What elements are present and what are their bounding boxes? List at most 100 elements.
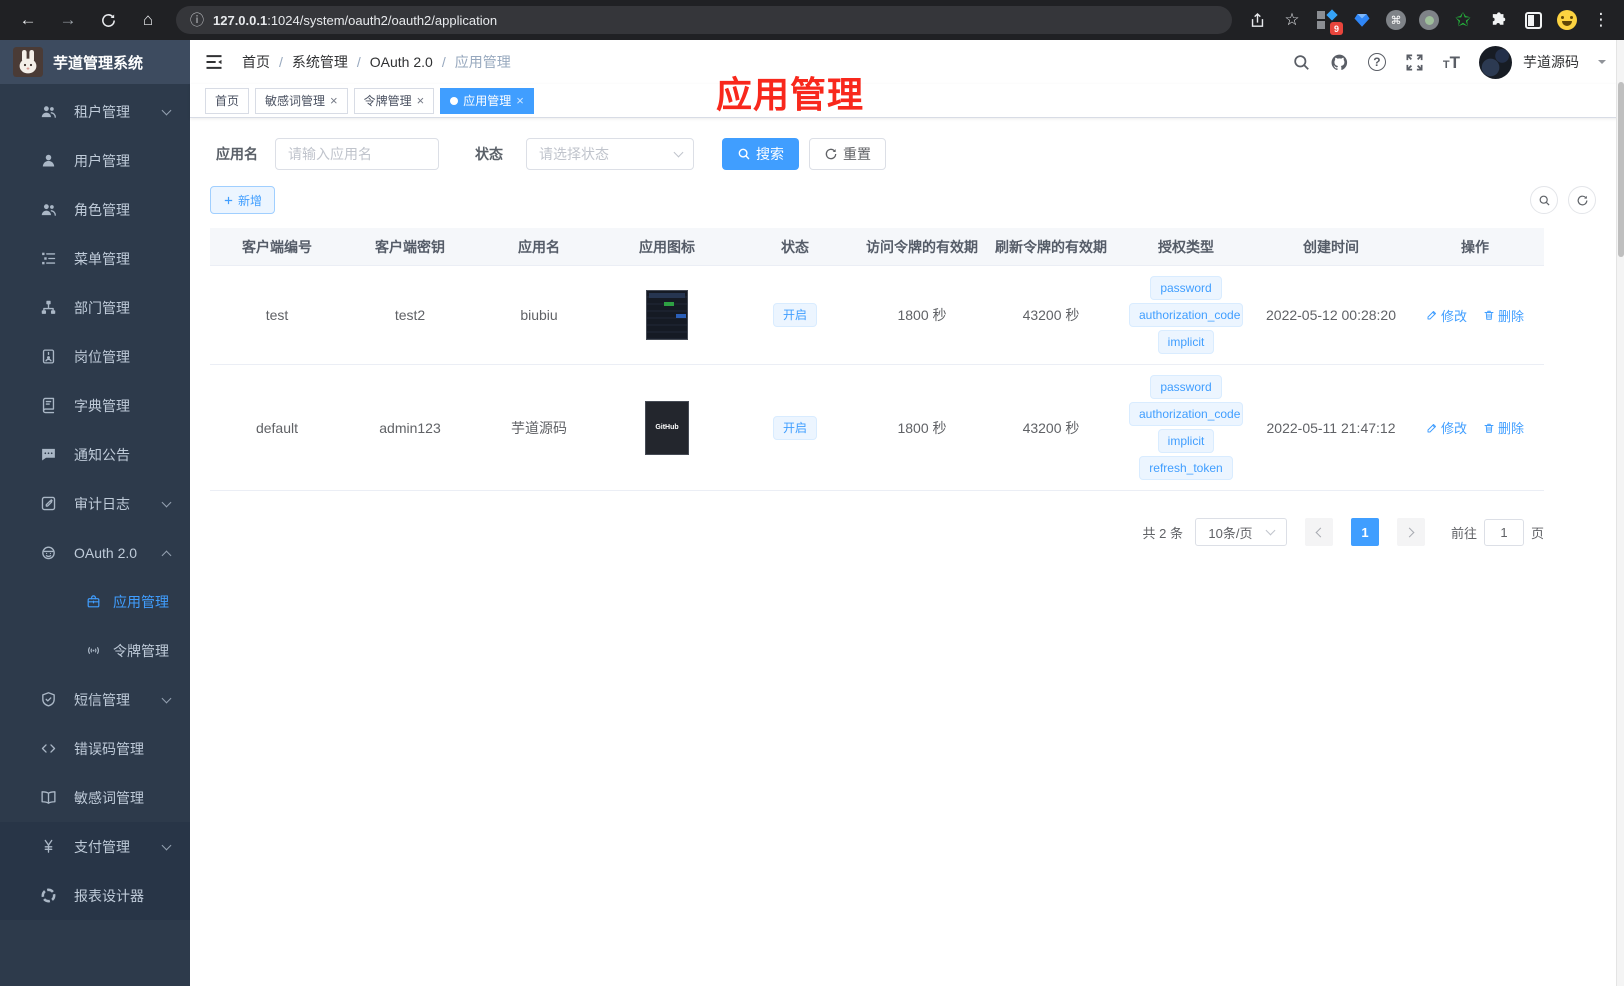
home-icon[interactable]: ⌂ (136, 8, 160, 32)
table-tools (1530, 186, 1596, 214)
breadcrumb-item[interactable]: OAuth 2.0 (370, 54, 433, 70)
pen-icon (1426, 309, 1438, 321)
refresh-table-button[interactable] (1568, 186, 1596, 214)
extension-badge-icon[interactable]: 9 (1316, 9, 1343, 35)
sidebar-item-oauth2-token[interactable]: 令牌管理 (0, 626, 190, 675)
tab-item[interactable]: 令牌管理 × (353, 87, 435, 114)
tab-close-icon[interactable]: × (516, 94, 524, 107)
back-icon[interactable]: ← (16, 8, 40, 32)
refresh-ttl-cell: 43200 秒 (1022, 307, 1080, 323)
sidebar-item-error-code[interactable]: 错误码管理 (0, 724, 190, 773)
logo-rabbit-image (13, 47, 43, 77)
share-icon[interactable] (1246, 9, 1268, 31)
fullscreen-icon[interactable] (1405, 53, 1424, 72)
bookmark-star-icon[interactable]: ☆ (1281, 9, 1303, 31)
breadcrumb-separator: / (441, 54, 446, 70)
breadcrumb-item[interactable]: 系统管理 (292, 52, 348, 72)
sidebar-item-role[interactable]: 角色管理 (0, 185, 190, 234)
plus-icon (224, 196, 233, 204)
client-id-cell: test (265, 307, 289, 323)
page-size-select[interactable]: 10条/页 (1194, 518, 1287, 546)
book-open-icon (40, 789, 57, 806)
edit-link[interactable]: 修改 (1426, 418, 1467, 437)
tab-item[interactable]: 敏感词管理 × (255, 87, 348, 114)
status-select-input[interactable] (526, 138, 694, 170)
edit-link[interactable]: 修改 (1426, 306, 1467, 325)
sidebar-item-dict[interactable]: 字典管理 (0, 381, 190, 430)
column-header: 访问令牌的有效期 (866, 238, 978, 255)
sidebar: 芋道管理系统 租户管理用户管理 角色管理 菜单管理 部门管理 岗位管理 字典管理 通知公告审… (0, 40, 190, 986)
sidebar-item-sensitive-word[interactable]: 敏感词管理 (0, 773, 190, 822)
scrollbar-thumb[interactable] (1618, 82, 1624, 257)
tab-label: 敏感词管理 (265, 94, 326, 108)
help-icon[interactable]: ? (1367, 53, 1386, 71)
breadcrumb-item[interactable]: 首页 (242, 52, 270, 72)
toggle-search-button[interactable] (1530, 186, 1558, 214)
current-page[interactable]: 1 (1350, 518, 1379, 546)
github-icon[interactable] (1330, 53, 1349, 72)
refresh-icon (1577, 195, 1587, 205)
tab-item[interactable]: 应用管理 × (440, 87, 534, 114)
prev-page-button[interactable] (1304, 518, 1333, 546)
tab-item[interactable]: 首页 (205, 87, 250, 114)
sidebar-item-label: 敏感词管理 (74, 789, 144, 806)
column-header: 创建时间 (1303, 238, 1359, 255)
grant-type-tags: password authorization_code implicit (1129, 276, 1243, 354)
browser-toolbar-icons: ☆ 9 ⌘ ✩ ⋮ (1246, 9, 1614, 35)
sidebar-collapse-icon[interactable] (204, 52, 224, 72)
app-name-input[interactable] (275, 138, 439, 170)
applications-table: 客户端编号 客户端密钥 应用名 应用图标 状态 访问令牌的有效期 刷新令牌的有效期 授权类型 创… (210, 228, 1544, 491)
sidebar-item-menu[interactable]: 菜单管理 (0, 234, 190, 283)
tags-view-bar: 首页 敏感词管理 × 令牌管理 × 应用管理 × (190, 84, 1624, 118)
user-menu-caret-icon[interactable] (1598, 60, 1606, 68)
page-scrollbar[interactable] (1616, 40, 1624, 986)
reader-mode-icon[interactable] (1522, 9, 1544, 31)
column-header: 客户端密钥 (375, 238, 445, 255)
sidebar-item-pay[interactable]: 支付管理 (0, 822, 190, 871)
pagination: 共 2 条 10条/页 1 前往 页 (210, 518, 1544, 546)
sidebar-item-oauth2[interactable]: OAuth 2.0 (0, 528, 190, 577)
record-extension-icon[interactable] (1419, 10, 1439, 30)
username[interactable]: 芋道源码 (1523, 52, 1579, 72)
site-info-icon[interactable]: ⓘ (190, 10, 204, 30)
delete-link[interactable]: 删除 (1483, 418, 1524, 437)
font-size-icon[interactable]: TT (1443, 54, 1460, 71)
reset-button[interactable]: 重置 (809, 138, 886, 170)
sidebar-item-user[interactable]: 用户管理 (0, 136, 190, 185)
sidebar-item-sms[interactable]: 短信管理 (0, 675, 190, 724)
status-select[interactable] (526, 138, 694, 170)
profile-avatar-icon[interactable] (1557, 10, 1577, 30)
add-button[interactable]: 新增 (210, 186, 276, 214)
code-icon (40, 740, 57, 757)
delete-link[interactable]: 删除 (1483, 306, 1524, 325)
sidebar-item-notice[interactable]: 通知公告 (0, 430, 190, 479)
command-extension-icon[interactable]: ⌘ (1386, 10, 1406, 30)
gem-extension-icon[interactable] (1351, 9, 1373, 31)
sidebar-item-report-designer[interactable]: 报表设计器 (0, 871, 190, 920)
browser-menu-icon[interactable]: ⋮ (1590, 9, 1612, 31)
green-star-extension-icon[interactable]: ✩ (1452, 9, 1474, 31)
sidebar-item-audit-log[interactable]: 审计日志 (0, 479, 190, 528)
sidebar-item-tenant[interactable]: 租户管理 (0, 87, 190, 136)
extension-badge-count: 9 (1330, 22, 1343, 35)
status-badge: 开启 (772, 415, 817, 440)
search-button[interactable]: 搜索 (722, 138, 799, 170)
search-icon[interactable] (1292, 53, 1311, 72)
puzzle-extensions-icon[interactable] (1487, 9, 1509, 31)
next-page-button[interactable] (1396, 518, 1425, 546)
tab-close-icon[interactable]: × (330, 94, 338, 107)
sidebar-item-dept[interactable]: 部门管理 (0, 283, 190, 332)
search-icon (1539, 195, 1550, 206)
sidebar-item-post[interactable]: 岗位管理 (0, 332, 190, 381)
forward-icon[interactable]: → (56, 8, 80, 32)
reload-icon[interactable] (96, 8, 120, 32)
goto-page-input[interactable] (1483, 518, 1524, 546)
tab-close-icon[interactable]: × (417, 94, 425, 107)
sidebar-item-label: 租户管理 (74, 103, 130, 120)
sidebar-item-oauth2-application[interactable]: 应用管理 (0, 577, 190, 626)
actions-cell: 修改 删除 (1406, 306, 1544, 325)
user-icon (40, 152, 57, 169)
app-logo[interactable]: 芋道管理系统 (0, 40, 190, 84)
user-avatar[interactable] (1479, 45, 1512, 79)
url-bar[interactable]: ⓘ 127.0.0.1:1024/system/oauth2/oauth2/ap… (176, 6, 1232, 34)
